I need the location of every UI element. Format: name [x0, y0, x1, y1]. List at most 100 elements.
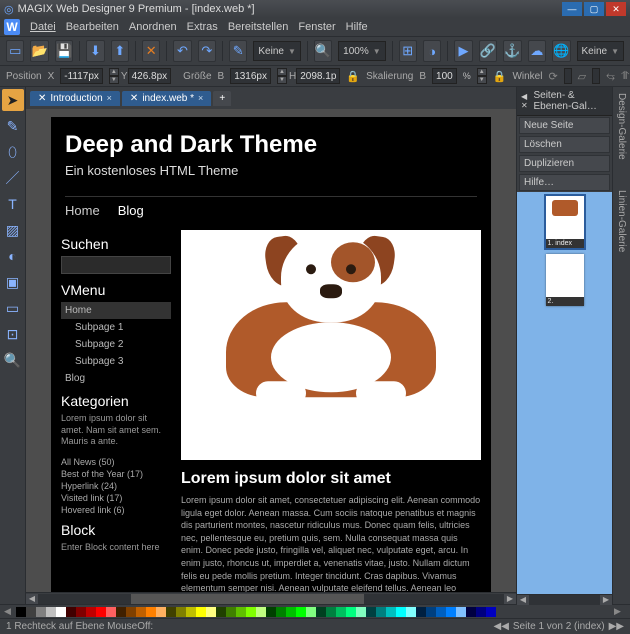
save-button[interactable]: 💾: [55, 40, 73, 62]
lock-aspect-icon[interactable]: 🔒: [346, 68, 360, 84]
nav-home[interactable]: Home: [65, 203, 100, 218]
zoom-dropdown[interactable]: 100%▼: [338, 41, 386, 61]
article-body[interactable]: Lorem ipsum dolor sit amet, consectetuer…: [181, 494, 481, 592]
height-field[interactable]: 2098.1p: [296, 68, 340, 84]
kategorien-heading[interactable]: Kategorien: [61, 393, 171, 409]
scroll-left-icon[interactable]: ◀: [26, 594, 38, 604]
menu-extras[interactable]: Extras: [187, 21, 218, 33]
color-swatch[interactable]: [346, 607, 356, 617]
color-swatch[interactable]: [66, 607, 76, 617]
hero-image[interactable]: [181, 230, 481, 460]
color-swatch[interactable]: [396, 607, 406, 617]
color-swatch[interactable]: [56, 607, 66, 617]
close-button[interactable]: ✕: [606, 2, 626, 16]
color-swatch[interactable]: [256, 607, 266, 617]
fill-tool[interactable]: ▨: [2, 219, 24, 241]
eyedropper-button[interactable]: ✎: [229, 40, 247, 62]
link-hyper[interactable]: Hyperlink (24): [61, 480, 171, 492]
vmenu-sub3[interactable]: Subpage 3: [61, 353, 171, 370]
tab-index[interactable]: ✕ index.web * ×: [122, 91, 211, 106]
preview-button[interactable]: ▶: [454, 40, 472, 62]
color-swatch[interactable]: [166, 607, 176, 617]
link-visited[interactable]: Visited link (17): [61, 492, 171, 504]
color-swatch[interactable]: [266, 607, 276, 617]
color-scroll-left-icon[interactable]: ◀: [4, 606, 16, 617]
vmenu-heading[interactable]: VMenu: [61, 282, 171, 298]
menu-window[interactable]: Fenster: [298, 21, 335, 33]
color-swatch[interactable]: [386, 607, 396, 617]
line-tool[interactable]: ／: [2, 167, 24, 189]
new-button[interactable]: ▭: [6, 40, 24, 62]
color-swatch[interactable]: [366, 607, 376, 617]
rectangle-tool[interactable]: ▭: [2, 297, 24, 319]
color-swatch[interactable]: [156, 607, 166, 617]
color-swatch[interactable]: [476, 607, 486, 617]
canvas[interactable]: Deep and Dark Theme Ein kostenloses HTML…: [26, 109, 516, 592]
w-spinner[interactable]: ▲▼: [277, 68, 287, 84]
help-button[interactable]: Hilfe…: [519, 174, 610, 191]
grid-button[interactable]: ⊞: [399, 40, 417, 62]
rotate-icon[interactable]: ⟳: [548, 68, 557, 84]
menu-arrange[interactable]: Anordnen: [129, 21, 177, 33]
menu-file[interactable]: Datei: [30, 21, 56, 33]
color-scroll-right-icon[interactable]: ▶: [614, 606, 626, 617]
color-swatch[interactable]: [126, 607, 136, 617]
color-swatch[interactable]: [356, 607, 366, 617]
y-field[interactable]: 426.8px: [128, 68, 172, 84]
page-thumb-1[interactable]: 1. index: [546, 196, 584, 248]
photo-tool[interactable]: ⊡: [2, 323, 24, 345]
color-swatch[interactable]: [316, 607, 326, 617]
color-swatch[interactable]: [76, 607, 86, 617]
vmenu-home[interactable]: Home: [61, 302, 171, 319]
page-content[interactable]: Lorem ipsum dolor sit amet Lorem ipsum d…: [181, 224, 491, 592]
webpage-preview[interactable]: Deep and Dark Theme Ein kostenloses HTML…: [51, 117, 491, 592]
color-swatch[interactable]: [46, 607, 56, 617]
nav-blog[interactable]: Blog: [118, 203, 144, 218]
color-swatch[interactable]: [186, 607, 196, 617]
lock-scale-icon[interactable]: 🔒: [493, 68, 507, 84]
freehand-tool[interactable]: ✎: [2, 115, 24, 137]
link-allnews[interactable]: All News (50): [61, 456, 171, 468]
menu-publish[interactable]: Bereitstellen: [228, 21, 289, 33]
sw-spinner[interactable]: ▲▼: [477, 68, 487, 84]
new-page-button[interactable]: Neue Seite: [519, 117, 610, 134]
page-nav[interactable]: Home Blog: [65, 196, 477, 224]
undo-button[interactable]: ↶: [173, 40, 191, 62]
page-subtitle[interactable]: Ein kostenloses HTML Theme: [65, 163, 477, 178]
color-swatch[interactable]: [436, 607, 446, 617]
style-dropdown[interactable]: Keine▼: [577, 41, 625, 61]
search-heading[interactable]: Suchen: [61, 236, 171, 252]
text-tool[interactable]: T: [2, 193, 24, 215]
skew-field[interactable]: [592, 68, 600, 84]
next-page-icon[interactable]: ▶▶: [609, 621, 624, 632]
minimize-button[interactable]: —: [562, 2, 582, 16]
search-box[interactable]: [61, 256, 171, 274]
color-swatch[interactable]: [176, 607, 186, 617]
duplicate-page-button[interactable]: Duplizieren: [519, 155, 610, 172]
line-gallery-tab[interactable]: Linien-Galerie: [616, 190, 627, 252]
font-dropdown[interactable]: Keine▼: [253, 41, 301, 61]
x-spinner[interactable]: ▲▼: [109, 68, 119, 84]
panel-scrollbar[interactable]: ◀▶: [517, 594, 612, 604]
export-button[interactable]: ⬆: [111, 40, 129, 62]
color-swatch[interactable]: [336, 607, 346, 617]
article-title[interactable]: Lorem ipsum dolor sit amet: [181, 470, 481, 488]
color-swatch[interactable]: [376, 607, 386, 617]
browser-preview-button[interactable]: 🌐: [552, 40, 570, 62]
page-sidebar[interactable]: Suchen VMenu Home Subpage 1 Subpage 2 Su…: [51, 224, 181, 592]
delete-page-button[interactable]: Löschen: [519, 136, 610, 153]
color-swatch[interactable]: [286, 607, 296, 617]
transparency-tool[interactable]: ◐: [2, 245, 24, 267]
tab-add[interactable]: +: [213, 91, 231, 106]
color-swatch[interactable]: [206, 607, 216, 617]
tab-introduction[interactable]: ✕ Introduction ×: [30, 91, 120, 106]
color-swatch[interactable]: [306, 607, 316, 617]
color-swatch[interactable]: [486, 607, 496, 617]
color-swatch[interactable]: [466, 607, 476, 617]
color-swatch[interactable]: [196, 607, 206, 617]
angle-field[interactable]: [564, 68, 572, 84]
shadow-tool[interactable]: ▣: [2, 271, 24, 293]
shape-tool[interactable]: ⬯: [2, 141, 24, 163]
link-hover[interactable]: Hovered link (6): [61, 504, 171, 516]
color-swatch[interactable]: [236, 607, 246, 617]
